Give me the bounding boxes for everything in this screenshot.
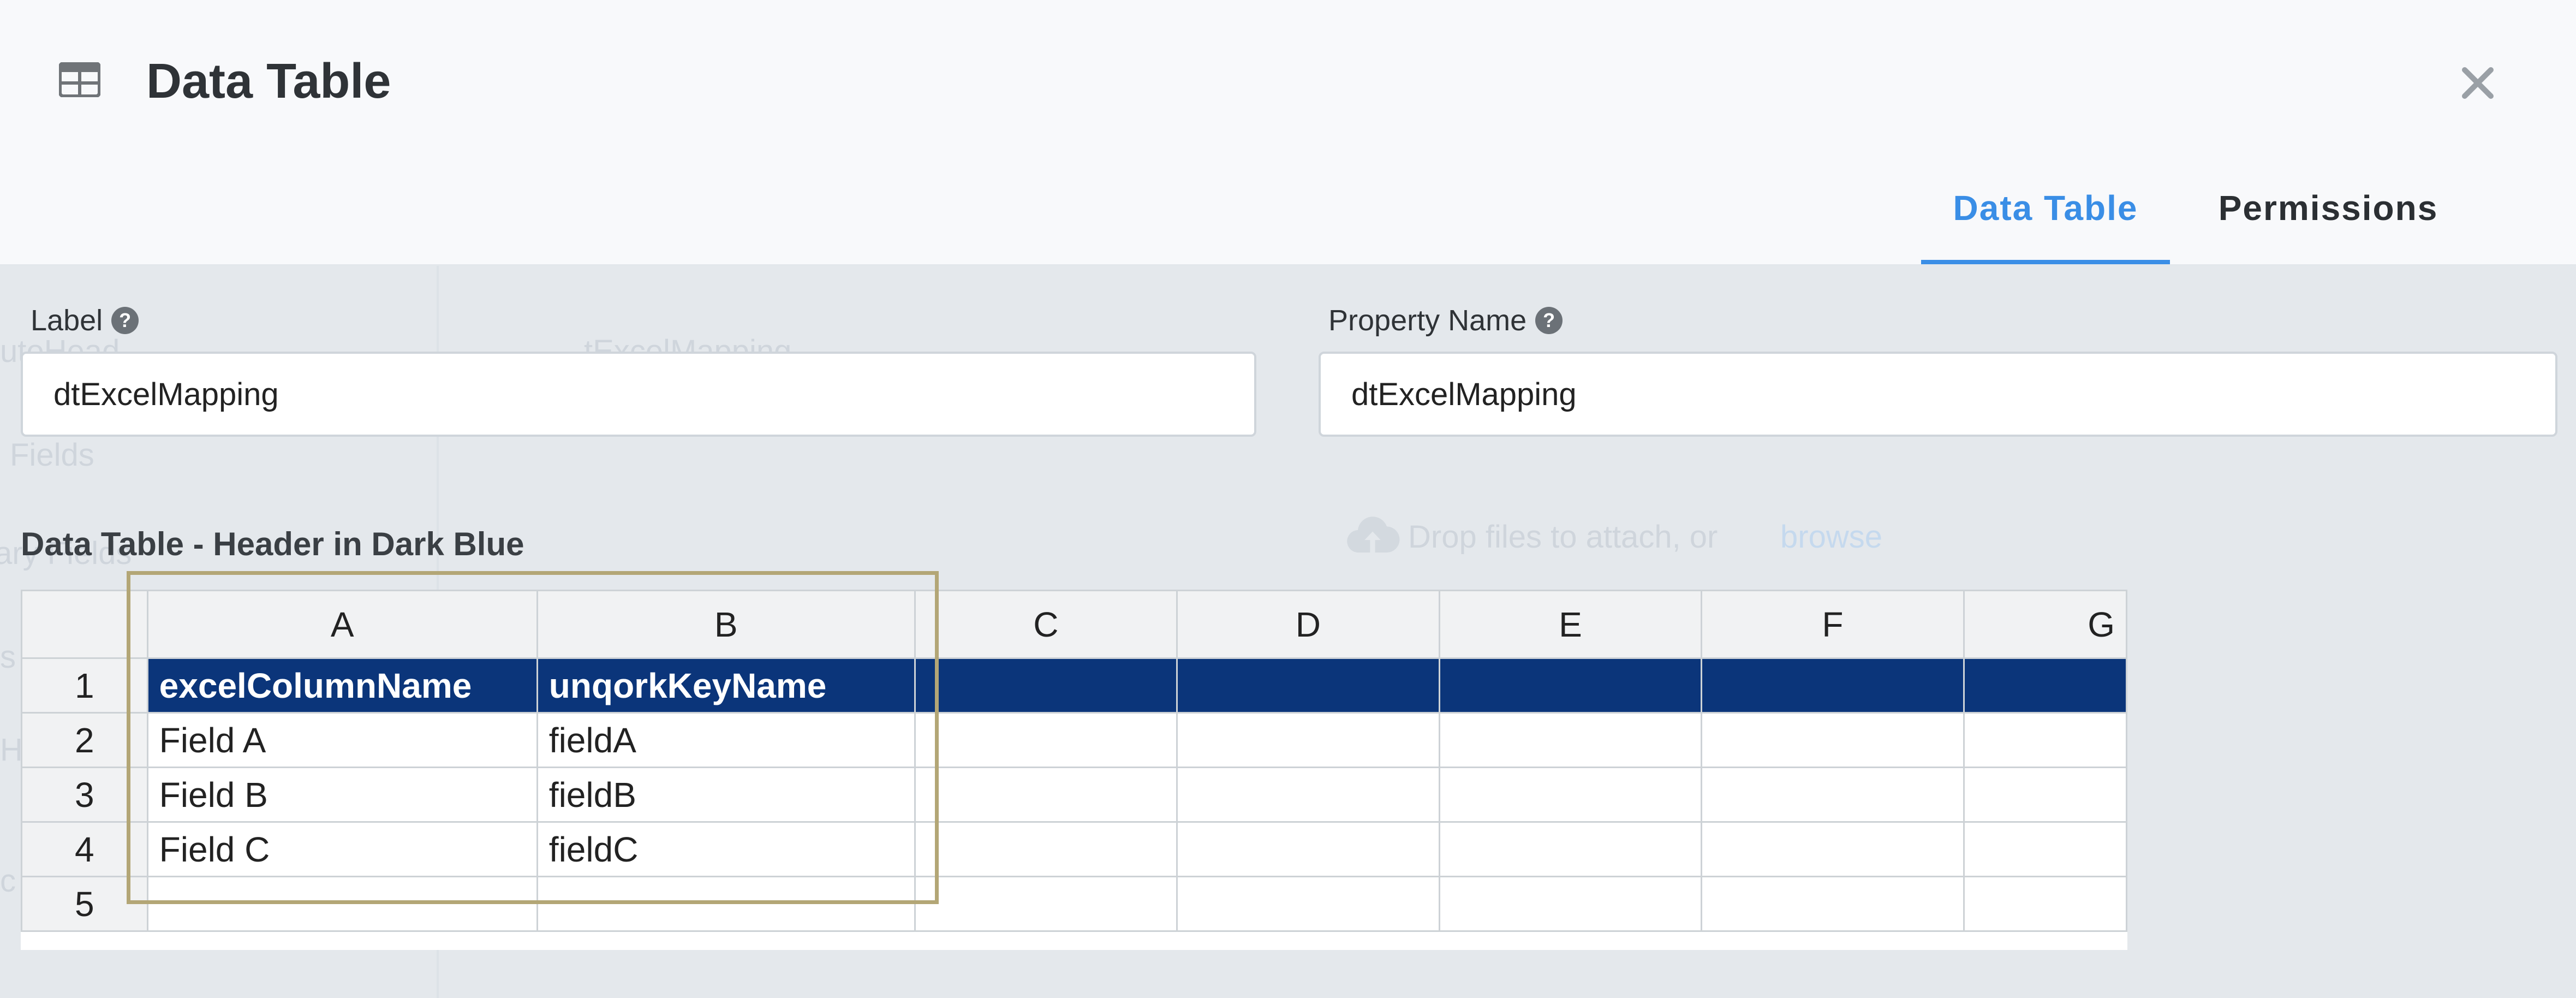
table-cell[interactable]: excelColumnName (146, 657, 538, 714)
column-header[interactable]: F (1701, 590, 1965, 659)
ghost-dropzone-text: Drop files to attach, or (1408, 519, 1718, 555)
column-header[interactable]: E (1438, 590, 1703, 659)
table-cell[interactable] (1176, 821, 1440, 877)
table-row: 5 (21, 876, 2127, 932)
column-header[interactable]: G (1963, 590, 2127, 659)
column-header[interactable]: C (914, 590, 1178, 659)
table-cell[interactable] (914, 876, 1178, 932)
column-header[interactable]: D (1176, 590, 1440, 659)
table-row: 1 excelColumnName unqorkKeyName (21, 657, 2127, 714)
table-cell[interactable] (1176, 712, 1440, 768)
label-field-caption: Label ? (31, 304, 139, 337)
corner-cell[interactable] (21, 590, 148, 659)
column-header-row: A B C D E F G (21, 590, 2127, 659)
table-cell[interactable]: Field C (146, 821, 538, 877)
table-cell[interactable] (1176, 657, 1440, 714)
label-caption-text: Label (31, 304, 103, 337)
row-number[interactable]: 1 (21, 657, 148, 714)
table-cell[interactable] (1438, 767, 1703, 823)
ghost-text: Fields (10, 437, 94, 473)
table-cell[interactable] (1701, 657, 1965, 714)
row-number[interactable]: 2 (21, 712, 148, 768)
row-number[interactable]: 3 (21, 767, 148, 823)
table-cell[interactable] (1963, 657, 2127, 714)
table-cell[interactable]: Field B (146, 767, 538, 823)
table-cell[interactable] (1701, 876, 1965, 932)
table-cell[interactable] (1438, 657, 1703, 714)
table-cell[interactable] (1438, 712, 1703, 768)
label-input[interactable] (21, 352, 1256, 437)
property-name-caption-text: Property Name (1328, 304, 1527, 337)
property-name-caption: Property Name ? (1328, 304, 1563, 337)
table-cell[interactable] (914, 657, 1178, 714)
table-cell[interactable] (1438, 821, 1703, 877)
table-icon (59, 62, 100, 97)
ghost-dropzone-link: browse (1780, 519, 1882, 555)
table-cell[interactable] (1963, 767, 2127, 823)
table-cell[interactable] (1963, 712, 2127, 768)
table-cell[interactable] (146, 876, 538, 932)
table-row: 4 Field C fieldC (21, 821, 2127, 877)
spreadsheet-table: A B C D E F G 1 excelColumnName unqorkKe… (21, 590, 2127, 932)
column-header[interactable]: A (146, 590, 538, 659)
table-cell[interactable]: unqorkKeyName (536, 657, 916, 714)
upload-cloud-icon (1347, 516, 1400, 553)
table-cell[interactable] (1963, 876, 2127, 932)
table-cell[interactable] (1438, 876, 1703, 932)
modal-header: Data Table Data Table Permissions (0, 0, 2576, 266)
table-cell[interactable] (1701, 767, 1965, 823)
table-cell[interactable] (536, 876, 916, 932)
ghost-text: c (0, 863, 16, 899)
row-number[interactable]: 5 (21, 876, 148, 932)
table-cell[interactable] (914, 767, 1178, 823)
table-row: 2 Field A fieldA (21, 712, 2127, 768)
table-cell[interactable] (914, 712, 1178, 768)
close-icon[interactable] (2456, 61, 2500, 105)
spreadsheet[interactable]: A B C D E F G 1 excelColumnName unqorkKe… (21, 590, 2127, 950)
table-cell[interactable] (1701, 821, 1965, 877)
section-heading: Data Table - Header in Dark Blue (21, 526, 524, 562)
page-title: Data Table (146, 54, 391, 109)
table-cell[interactable] (1176, 876, 1440, 932)
table-row: 3 Field B fieldB (21, 767, 2127, 823)
table-cell[interactable]: fieldA (536, 712, 916, 768)
property-name-input[interactable] (1319, 352, 2557, 437)
help-icon[interactable]: ? (1535, 307, 1563, 334)
tab-data-table[interactable]: Data Table (1921, 164, 2170, 264)
help-icon[interactable]: ? (111, 307, 139, 334)
table-cell[interactable]: Field A (146, 712, 538, 768)
row-number[interactable]: 4 (21, 821, 148, 877)
tab-permissions[interactable]: Permissions (2170, 164, 2486, 264)
table-cell[interactable] (1176, 767, 1440, 823)
table-cell[interactable]: fieldB (536, 767, 916, 823)
column-header[interactable]: B (536, 590, 916, 659)
table-cell[interactable] (914, 821, 1178, 877)
table-cell[interactable] (1701, 712, 1965, 768)
table-cell[interactable]: fieldC (536, 821, 916, 877)
table-cell[interactable] (1963, 821, 2127, 877)
ghost-text: H (0, 732, 23, 768)
